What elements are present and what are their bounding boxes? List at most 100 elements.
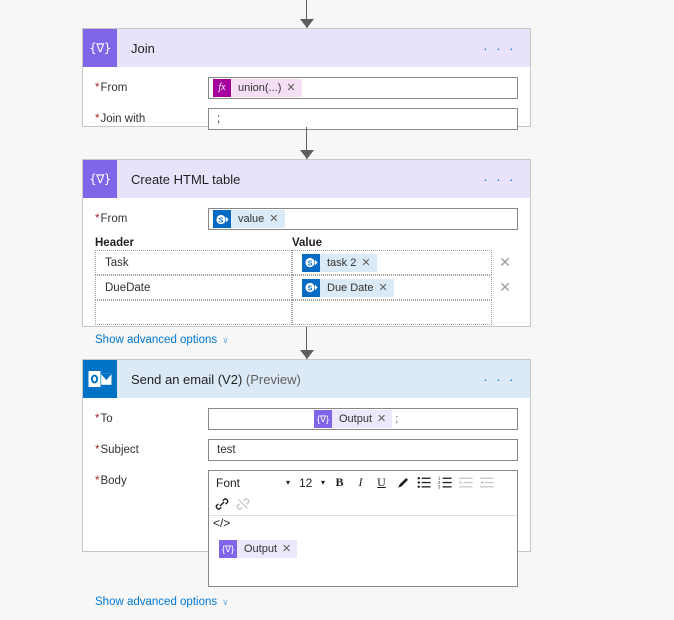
decrease-indent-button[interactable] xyxy=(456,473,475,492)
email-subject-field-row: *Subject test xyxy=(95,439,518,461)
token-remove-icon[interactable]: ✕ xyxy=(377,410,386,428)
output-icon: {∇} xyxy=(219,540,237,558)
numbered-list-button[interactable]: 1 2 3 xyxy=(435,473,454,492)
email-subject-input[interactable]: test xyxy=(208,439,518,461)
sharepoint-icon: S xyxy=(302,253,320,272)
font-size-value: 12 xyxy=(299,475,313,490)
sharepoint-glyph: S xyxy=(304,257,318,267)
card-send-an-email-header[interactable]: Send an email (V2) (Preview) · · · xyxy=(83,360,530,398)
connector-arrowhead xyxy=(300,19,314,28)
token-sharepoint-duedate[interactable]: S Due Date ✕ xyxy=(302,278,394,297)
email-body-field-row: *Body Font ▾ 12 ▾ B I U 1 2 3 </> {∇} Ou… xyxy=(95,470,518,587)
token-remove-icon[interactable]: ✕ xyxy=(269,210,278,228)
join-from-field-row: *From fx union(...) ✕ xyxy=(95,77,518,99)
rich-text-toolbar: Font ▾ 12 ▾ B I U 1 2 3 xyxy=(209,471,517,516)
row-header-input[interactable] xyxy=(95,300,292,325)
token-sharepoint-task2[interactable]: S task 2 ✕ xyxy=(302,253,377,272)
token-label: value ✕ xyxy=(231,210,285,228)
row-value-input[interactable]: S task 2 ✕ xyxy=(292,250,492,275)
italic-button[interactable]: I xyxy=(351,473,370,492)
row-delete-icon[interactable]: ✕ xyxy=(492,250,518,275)
data-operations-glyph: {∇} xyxy=(89,172,111,186)
chevron-down-icon: ∨ xyxy=(222,596,229,607)
email-body-label: *Body xyxy=(95,475,127,487)
table-row: DueDate S Due Date ✕ ✕ xyxy=(95,275,518,300)
token-output-to[interactable]: {∇} Output ✕ xyxy=(314,410,393,428)
increase-indent-button[interactable] xyxy=(477,473,496,492)
underline-button[interactable]: U xyxy=(372,473,391,492)
font-family-select[interactable]: Font ▾ xyxy=(212,474,293,492)
arrow-into-join xyxy=(299,0,315,28)
chevron-down-icon: ∨ xyxy=(222,334,229,345)
outlook-glyph xyxy=(88,371,112,387)
font-size-select[interactable]: 12 ▾ xyxy=(295,474,328,492)
required-asterisk: * xyxy=(95,413,100,425)
token-sharepoint-value[interactable]: S value ✕ xyxy=(213,210,285,228)
link-icon xyxy=(215,497,228,510)
card-create-html-table-header[interactable]: {∇} Create HTML table · · · xyxy=(83,160,530,198)
outlook-icon xyxy=(83,360,117,398)
card-send-an-email[interactable]: Send an email (V2) (Preview) · · · *To {… xyxy=(82,359,531,608)
token-remove-icon[interactable]: ✕ xyxy=(286,79,295,97)
remove-link-button[interactable] xyxy=(233,494,252,513)
bulleted-list-button[interactable] xyxy=(414,473,433,492)
decrease-indent-icon xyxy=(458,477,473,488)
code-view-button[interactable]: </> xyxy=(209,516,517,532)
row-value-input[interactable] xyxy=(292,300,492,325)
text-color-button[interactable] xyxy=(393,473,412,492)
token-remove-icon[interactable]: ✕ xyxy=(282,540,291,558)
table-row: Task S task 2 ✕ ✕ xyxy=(95,250,518,275)
token-remove-icon[interactable]: ✕ xyxy=(378,279,387,297)
email-to-trailing-separator: ; xyxy=(395,413,399,425)
bold-button[interactable]: B xyxy=(330,473,349,492)
card-join[interactable]: {∇} Join · · · *From fx union(...) ✕ *Jo… xyxy=(82,28,531,130)
token-label: union(...) ✕ xyxy=(231,79,302,97)
row-header-input[interactable]: DueDate xyxy=(95,275,292,300)
email-body-editable-area[interactable]: {∇} Output ✕ xyxy=(209,532,517,586)
email-subject-control: test xyxy=(208,439,518,461)
column-header-header: Header xyxy=(95,237,134,249)
card-create-html-table[interactable]: {∇} Create HTML table · · · *From S valu… xyxy=(82,159,531,346)
font-family-value: Font xyxy=(216,475,241,490)
card-send-an-email-overflow-menu-button[interactable]: · · · xyxy=(483,373,530,386)
join-joinwith-input[interactable]: ; xyxy=(208,108,518,130)
join-joinwith-control: ; xyxy=(208,108,518,130)
card-join-header[interactable]: {∇} Join · · · xyxy=(83,29,530,67)
svg-text:S: S xyxy=(218,217,223,224)
cht-show-advanced-options-link[interactable]: Show advanced options ∨ xyxy=(95,334,229,346)
join-joinwith-label: *Join with xyxy=(95,113,146,125)
required-asterisk: * xyxy=(95,113,100,125)
token-label: Due Date ✕ xyxy=(320,278,394,297)
cht-from-input[interactable]: S value ✕ xyxy=(208,208,518,230)
row-delete-icon[interactable]: ✕ xyxy=(492,275,518,300)
data-operations-icon: {∇} xyxy=(83,160,117,198)
email-to-field-row: *To {∇} Output ✕ ; xyxy=(95,408,518,430)
connector-arrowhead xyxy=(300,350,314,359)
token-output-body[interactable]: {∇} Output ✕ xyxy=(219,540,298,558)
row-value-input[interactable]: S Due Date ✕ xyxy=(292,275,492,300)
arrow-create-html-table-to-send-email xyxy=(299,327,315,359)
token-union-expression[interactable]: fx union(...) ✕ xyxy=(213,79,302,97)
increase-indent-icon xyxy=(479,477,494,488)
row-header-input[interactable]: Task xyxy=(95,250,292,275)
card-create-html-table-overflow-menu-button[interactable]: · · · xyxy=(483,173,530,186)
pen-icon xyxy=(397,477,408,488)
email-show-advanced-options-link[interactable]: Show advanced options ∨ xyxy=(95,596,229,608)
join-from-input[interactable]: fx union(...) ✕ xyxy=(208,77,518,99)
card-send-an-email-title: Send an email (V2) (Preview) xyxy=(117,372,483,387)
token-remove-icon[interactable]: ✕ xyxy=(361,254,370,272)
required-asterisk: * xyxy=(95,82,100,94)
rich-text-editor[interactable]: Font ▾ 12 ▾ B I U 1 2 3 </> {∇} Output ✕ xyxy=(208,470,518,587)
card-title-preview-tag: (Preview) xyxy=(245,371,301,387)
required-asterisk: * xyxy=(95,444,100,456)
join-from-control: fx union(...) ✕ xyxy=(208,77,518,99)
insert-link-button[interactable] xyxy=(212,494,231,513)
sharepoint-icon: S xyxy=(213,210,231,228)
fx-icon: fx xyxy=(213,79,231,97)
card-join-overflow-menu-button[interactable]: · · · xyxy=(483,42,530,55)
email-to-input[interactable]: {∇} Output ✕ ; xyxy=(208,408,518,430)
sharepoint-glyph: S xyxy=(304,282,318,292)
chevron-down-icon: ▾ xyxy=(320,478,325,487)
data-operations-glyph: {∇} xyxy=(89,41,111,55)
sharepoint-icon: S xyxy=(302,278,320,297)
